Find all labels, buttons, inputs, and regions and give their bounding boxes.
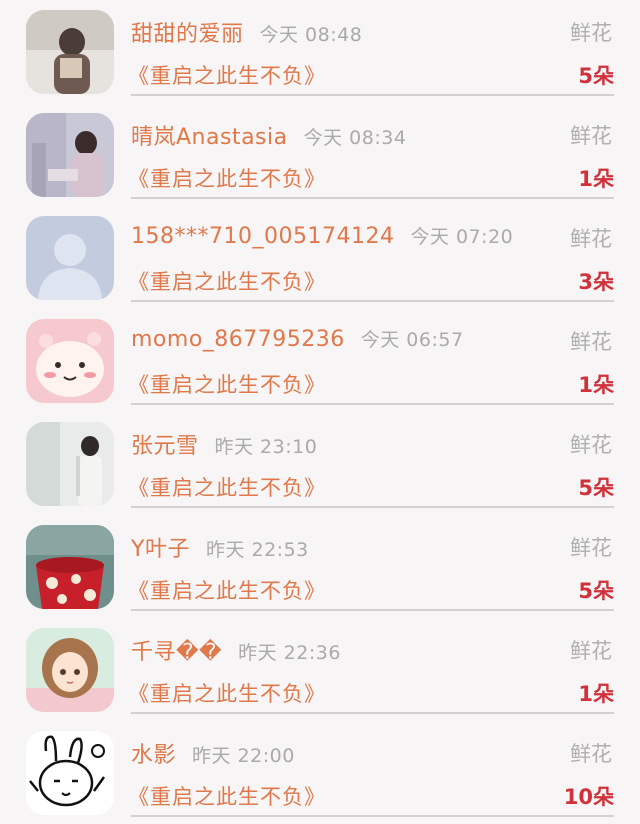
user-name: 张元雪 昨天 23:10 [131,428,317,460]
gift-type: 鲜花 [570,21,612,45]
divider [131,403,614,405]
gift-type: 鲜花 [570,742,612,766]
user-name-text: 158***710_005174124 [131,224,395,249]
timestamp: 今天 08:34 [303,127,407,149]
divider [131,300,614,302]
user-avatar[interactable] [26,10,114,94]
divider [131,506,614,508]
user-avatar[interactable] [26,731,114,815]
divider [131,94,614,96]
timestamp: 今天 06:57 [360,329,464,351]
gift-type: 鲜花 [570,536,612,560]
user-avatar[interactable] [26,319,114,403]
user-name: Y叶子 昨天 22:53 [131,531,309,563]
gift-count: 5朵 [578,64,614,88]
timestamp: 今天 07:20 [410,226,514,248]
book-title[interactable]: 《重启之此生不负》 [128,678,326,708]
gift-count: 1朵 [578,167,614,191]
user-name-text: 千寻�� [131,640,223,665]
divider [131,712,614,714]
divider [131,197,614,199]
user-name: momo_867795236 今天 06:57 [131,325,464,352]
gift-count: 5朵 [578,579,614,603]
user-name-text: 晴岚Anastasia [131,125,288,150]
user-name: 水影 昨天 22:00 [131,737,295,769]
list-item[interactable]: 千寻�� 昨天 22:36 鲜花 《重启之此生不负》 1朵 [0,618,640,721]
list-item[interactable]: 甜甜的爱丽 今天 08:48 鲜花 《重启之此生不负》 5朵 [0,0,640,103]
timestamp: 昨天 23:10 [214,436,318,458]
gift-list: 甜甜的爱丽 今天 08:48 鲜花 《重启之此生不负》 5朵 晴岚Anastasi… [0,0,640,817]
user-avatar[interactable] [26,628,114,712]
gift-type: 鲜花 [570,330,612,354]
book-title[interactable]: 《重启之此生不负》 [128,266,326,296]
book-title[interactable]: 《重启之此生不负》 [128,472,326,502]
user-avatar[interactable] [26,113,114,197]
gift-count: 1朵 [578,373,614,397]
gift-type: 鲜花 [570,433,612,457]
list-item[interactable]: 晴岚Anastasia 今天 08:34 鲜花 《重启之此生不负》 1朵 [0,103,640,206]
user-avatar[interactable] [26,525,114,609]
book-title[interactable]: 《重启之此生不负》 [128,781,326,811]
timestamp: 昨天 22:00 [192,745,295,767]
gift-type: 鲜花 [570,639,612,663]
list-item[interactable]: 张元雪 昨天 23:10 鲜花 《重启之此生不负》 5朵 [0,412,640,515]
gift-type: 鲜花 [570,124,612,148]
timestamp: 昨天 22:53 [205,539,309,561]
book-title[interactable]: 《重启之此生不负》 [128,60,326,90]
book-title[interactable]: 《重启之此生不负》 [128,575,326,605]
divider [131,609,614,611]
list-item[interactable]: Y叶子 昨天 22:53 鲜花 《重启之此生不负》 5朵 [0,515,640,618]
list-item[interactable]: 158***710_005174124 今天 07:20 鲜花 《重启之此生不负》… [0,206,640,309]
gift-type: 鲜花 [570,227,612,251]
user-name-text: 水影 [131,743,177,768]
book-title[interactable]: 《重启之此生不负》 [128,163,326,193]
list-item[interactable]: 水影 昨天 22:00 鲜花 《重启之此生不负》 10朵 [0,721,640,824]
user-name-text: 张元雪 [131,434,199,459]
timestamp: 今天 08:48 [259,24,363,46]
gift-count: 5朵 [578,476,614,500]
user-name-text: momo_867795236 [131,327,345,352]
gift-count: 3朵 [578,270,614,294]
user-name: 千寻�� 昨天 22:36 [131,634,341,666]
gift-count: 10朵 [563,785,614,809]
user-name: 158***710_005174124 今天 07:20 [131,222,513,249]
timestamp: 昨天 22:36 [238,642,341,664]
gift-count: 1朵 [578,682,614,706]
user-avatar[interactable] [26,422,114,506]
user-name: 甜甜的爱丽 今天 08:48 [131,16,362,48]
user-avatar[interactable] [26,216,114,300]
list-item[interactable]: momo_867795236 今天 06:57 鲜花 《重启之此生不负》 1朵 [0,309,640,412]
user-name-text: 甜甜的爱丽 [131,22,244,47]
user-name-text: Y叶子 [131,537,190,562]
book-title[interactable]: 《重启之此生不负》 [128,369,326,399]
user-name: 晴岚Anastasia 今天 08:34 [131,119,406,151]
